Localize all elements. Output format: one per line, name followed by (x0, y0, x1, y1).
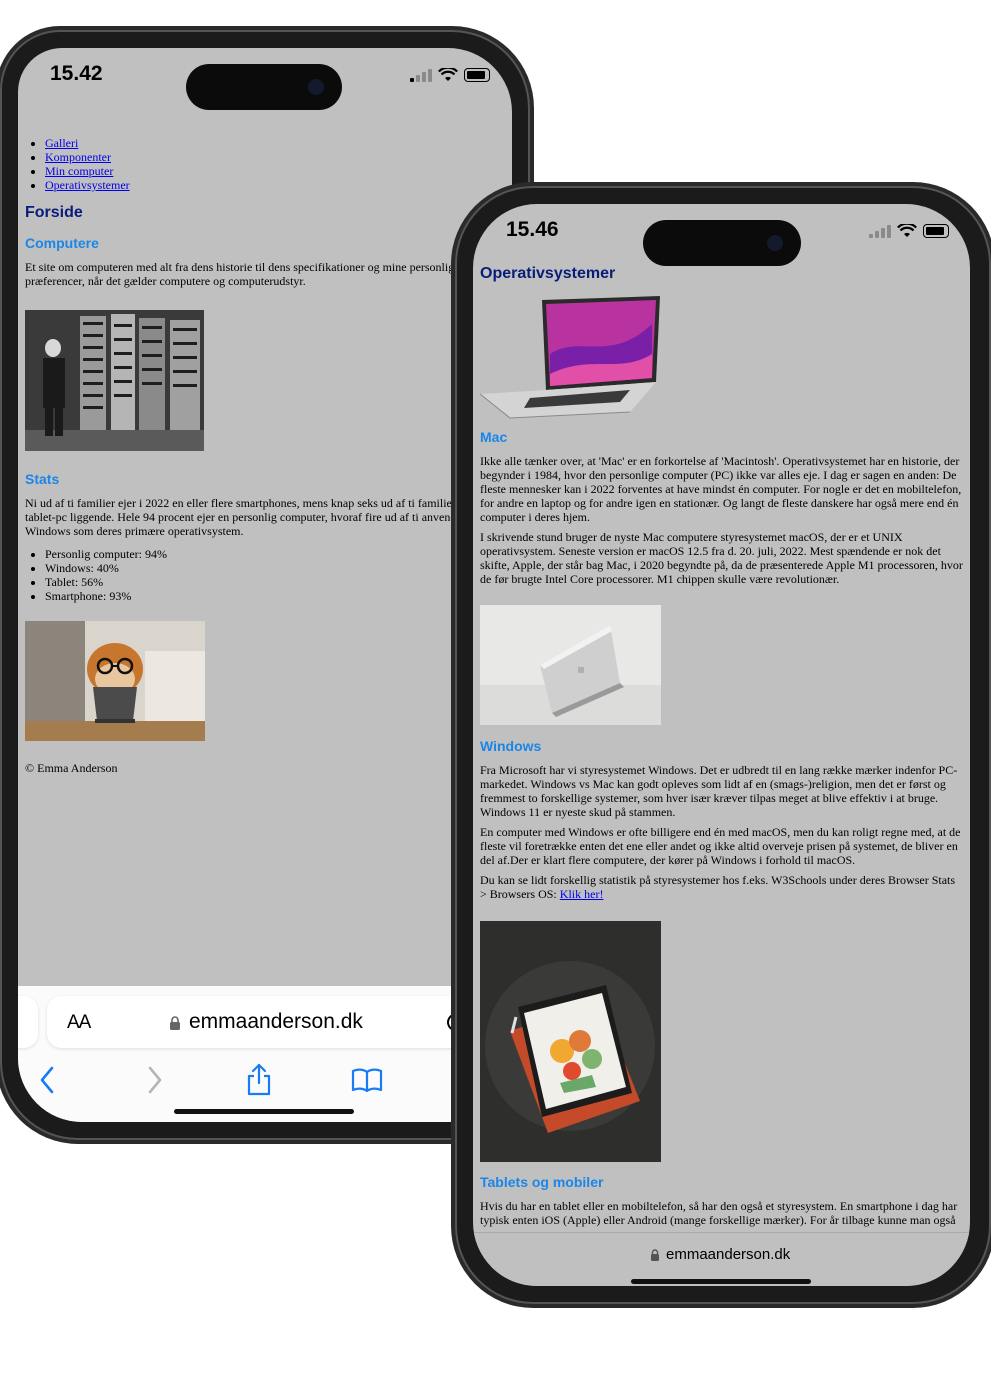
tablets-paragraph-1: Hvis du har en tablet eller en mobiltele… (480, 1199, 958, 1227)
stats-item: Smartphone: 93% (45, 589, 505, 603)
klik-her-link[interactable]: Klik her! (560, 887, 604, 901)
wifi-icon (897, 224, 917, 237)
forward-chevron-icon[interactable] (146, 1066, 164, 1094)
nav-list: Galleri Komponenter Min computer Operati… (25, 136, 505, 192)
left-page-content: Galleri Komponenter Min computer Operati… (25, 136, 505, 288)
stats-text: Ni ud af ti familier ejer i 2022 en elle… (25, 496, 489, 538)
mac-paragraph-1: Ikke alle tænker over, at 'Mac' er en fo… (480, 454, 962, 524)
right-phone-screen: 15.46 Operativsystemer Mac Ikke alle tæn… (473, 204, 970, 1286)
section-heading-windows: Windows (480, 738, 542, 754)
windows-paragraph-3: Du kan se lidt forskellig statistik på s… (480, 873, 963, 901)
nav-link-galleri[interactable]: Galleri (45, 136, 78, 150)
nav-item: Komponenter (45, 150, 505, 164)
wifi-icon (438, 68, 458, 81)
signal-icon (410, 68, 432, 82)
back-chevron-icon[interactable] (38, 1066, 56, 1094)
section-heading-stats: Stats (25, 471, 60, 487)
status-time: 15.42 (50, 62, 103, 85)
prev-tab-card[interactable] (18, 996, 38, 1048)
stats-item: Tablet: 56% (45, 575, 505, 589)
nav-item: Galleri (45, 136, 505, 150)
signal-icon (869, 224, 891, 238)
tablets-section: Tablets og mobiler Hvis du har en tablet… (480, 1175, 963, 1227)
macbook-image (480, 294, 661, 419)
status-icons (869, 224, 949, 238)
dynamic-island (186, 64, 342, 110)
footer: © Emma Anderson (25, 761, 118, 775)
mac-paragraph-2: I skrivende stund bruger de nyste Mac co… (480, 530, 963, 586)
nav-item: Min computer (45, 164, 505, 178)
url-text[interactable]: emmaanderson.dk (189, 1010, 363, 1034)
tablet-image (480, 921, 661, 1162)
section-heading-computere: Computere (25, 235, 99, 251)
stats-section: Stats Ni ud af ti familier ejer i 2022 e… (25, 472, 505, 603)
lock-icon (170, 1016, 180, 1030)
page-title: Operativsystemer (480, 265, 616, 282)
mac-section: Mac Ikke alle tænker over, at 'Mac' er e… (480, 430, 963, 586)
left-phone-screen: 15.42 Galleri Komponenter Min computer O… (18, 48, 512, 1122)
home-indicator (631, 1279, 811, 1284)
nav-link-operativsystemer[interactable]: Operativsystemer (45, 178, 130, 192)
safari-toolbar: AA emmaanderson.dk (18, 986, 512, 1122)
battery-icon (464, 68, 490, 82)
dynamic-island (643, 220, 801, 266)
home-indicator (174, 1109, 354, 1114)
page-title: Forside (25, 204, 83, 221)
section-heading-tablets: Tablets og mobiler (480, 1174, 604, 1190)
windows-section: Windows Fra Microsoft har vi styresystem… (480, 739, 963, 901)
compact-address-bar[interactable]: emmaanderson.dk (473, 1232, 970, 1286)
nav-link-komponenter[interactable]: Komponenter (45, 150, 111, 164)
stats-item: Personlig computer: 94% (45, 547, 505, 561)
nav-item: Operativsystemer (45, 178, 505, 192)
laptop-back-image (480, 605, 661, 725)
stats-list: Personlig computer: 94% Windows: 40% Tab… (25, 547, 505, 603)
windows-paragraph-2: En computer med Windows er ofte billiger… (480, 825, 961, 867)
stats-image (25, 621, 205, 741)
left-phone-frame: 15.42 Galleri Komponenter Min computer O… (0, 30, 530, 1140)
status-icons (410, 68, 490, 82)
bookmarks-icon[interactable] (351, 1068, 383, 1092)
share-icon[interactable] (246, 1062, 272, 1096)
computere-text: Et site om computeren med alt fra dens h… (25, 260, 460, 288)
url-text[interactable]: emmaanderson.dk (666, 1246, 790, 1263)
reader-aa-button[interactable]: AA (67, 1012, 91, 1034)
right-phone-frame: 15.46 Operativsystemer Mac Ikke alle tæn… (455, 186, 991, 1304)
battery-icon (923, 224, 949, 238)
nav-link-min-computer[interactable]: Min computer (45, 164, 113, 178)
computere-image (25, 310, 204, 451)
section-heading-mac: Mac (480, 429, 508, 445)
windows-paragraph-3-text: Du kan se lidt forskellig statistik på s… (480, 873, 956, 901)
status-time: 15.46 (506, 218, 559, 241)
windows-paragraph-1: Fra Microsoft har vi styresystemet Windo… (480, 763, 958, 819)
address-bar[interactable]: AA emmaanderson.dk (47, 996, 512, 1048)
stats-item: Windows: 40% (45, 561, 505, 575)
lock-icon (651, 1249, 659, 1261)
